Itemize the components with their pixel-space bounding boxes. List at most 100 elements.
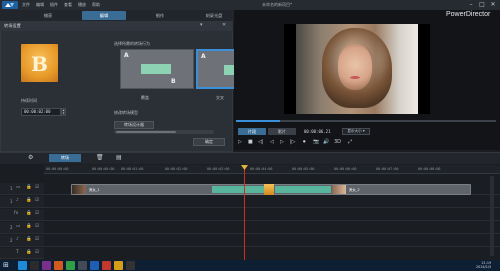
taskbar-app-icon[interactable]: [114, 261, 123, 270]
clip-a-label: 美女_1: [89, 188, 100, 192]
ruler-tick: 00:00:08:00: [418, 167, 441, 171]
menu-view[interactable]: 查看: [64, 2, 72, 8]
menu-play[interactable]: 播放: [78, 2, 86, 8]
document-title: 未命名的新项目*: [262, 2, 292, 7]
visibility-icon[interactable]: ☑: [35, 237, 39, 242]
taskbar-app-icon[interactable]: [90, 261, 99, 270]
taskbar-app-icon[interactable]: [102, 261, 111, 270]
ok-button[interactable]: 确定: [193, 138, 225, 146]
track-lane[interactable]: [44, 196, 500, 208]
ruler-tick: 00:00:05:00: [292, 167, 315, 171]
play-icon[interactable]: ▷: [238, 139, 242, 145]
movie-mode-button[interactable]: 影片: [268, 128, 296, 135]
taskbar-app-icon[interactable]: [126, 261, 135, 270]
menu-edit[interactable]: 编辑: [36, 2, 44, 8]
title-bar: [0, 0, 500, 10]
taskbar-app-icon[interactable]: [42, 261, 51, 270]
next-frame-icon[interactable]: |▷: [290, 139, 296, 145]
panel-minimize-icon[interactable]: ▾: [200, 22, 203, 28]
lock-icon[interactable]: 🔒: [26, 237, 32, 242]
tab-edit[interactable]: 编辑: [82, 11, 126, 20]
playhead-line[interactable]: [244, 167, 245, 260]
visibility-icon[interactable]: ☑: [35, 224, 39, 229]
clip-mode-button[interactable]: 片段: [238, 128, 266, 135]
minimize-button[interactable]: –: [466, 1, 476, 9]
duration-field[interactable]: 00:00:02:00: [21, 108, 61, 116]
menu-plugins[interactable]: 插件: [50, 2, 58, 8]
taskbar-app-icon[interactable]: [18, 261, 27, 270]
display-size-select[interactable]: 显示大小 ▾: [342, 128, 370, 135]
visibility-icon[interactable]: ☑: [35, 211, 39, 216]
tab-produce[interactable]: 制作: [138, 11, 182, 20]
panel-scroll-thumb[interactable]: [116, 131, 176, 133]
maximize-button[interactable]: □: [477, 1, 487, 9]
option-overlap-letter-b: B: [171, 78, 176, 85]
record-icon[interactable]: ⏺: [303, 139, 306, 145]
video-track-icon: ▭: [16, 185, 21, 190]
tab-burn-disc[interactable]: 刻录光盘: [192, 11, 236, 20]
previous-frame-icon[interactable]: ◁|: [258, 139, 264, 145]
visibility-icon[interactable]: ☑: [35, 185, 39, 190]
video-subject-lips: [350, 76, 360, 79]
transition-region[interactable]: [275, 186, 331, 193]
transition-marker[interactable]: [264, 184, 274, 195]
track-lane[interactable]: [44, 209, 500, 221]
panel-title: 转场设置: [4, 23, 21, 28]
settings-icon[interactable]: ⚙: [28, 154, 33, 161]
clip-a-thumbnail: [72, 185, 86, 194]
storyboard-icon[interactable]: ▤: [116, 154, 122, 161]
snapshot-icon[interactable]: 📷: [313, 139, 319, 145]
transition-button[interactable]: 转场: [49, 154, 81, 162]
preview-timecode: 00:00:06.21: [304, 129, 331, 134]
tab-capture[interactable]: 捕获: [26, 11, 70, 20]
audio-track-icon: ♪: [16, 198, 19, 203]
fullscreen-icon[interactable]: ⤢: [348, 139, 352, 145]
lock-icon[interactable]: 🔒: [26, 185, 32, 190]
audio-track-icon: ♪: [16, 237, 19, 242]
ruler-tick: 00:00:00:00: [92, 167, 115, 171]
visibility-icon[interactable]: ☑: [35, 198, 39, 203]
ruler-tick: 00:00:04:00: [250, 167, 273, 171]
track-number: 1: [10, 199, 13, 204]
track-lane[interactable]: [44, 235, 500, 247]
lock-icon[interactable]: 🔒: [26, 250, 32, 255]
timeline-scrollbar[interactable]: [490, 176, 494, 256]
track-number: 2: [10, 238, 13, 243]
taskbar-app-icon[interactable]: [66, 261, 75, 270]
app-logo-icon: [2, 1, 18, 9]
visibility-icon[interactable]: ☑: [35, 250, 39, 255]
panel-header: [0, 21, 233, 31]
clip-b-label: 美女_2: [349, 188, 360, 192]
transition-designer-button[interactable]: 转场设计器: [114, 121, 154, 129]
option-overlap[interactable]: A B: [120, 49, 194, 89]
close-button[interactable]: ✕: [488, 1, 498, 9]
brand-label: PowerDirector: [446, 11, 491, 18]
lock-icon[interactable]: 🔒: [26, 224, 32, 229]
volume-icon[interactable]: 🔊: [323, 139, 329, 145]
transition-region[interactable]: [212, 186, 272, 193]
taskbar-app-icon[interactable]: [30, 261, 39, 270]
taskbar-app-icon[interactable]: [54, 261, 63, 270]
stop-icon[interactable]: ■: [248, 139, 253, 145]
os-taskbar: [0, 260, 500, 271]
menu-help[interactable]: 帮助: [92, 2, 100, 8]
step-forward-icon[interactable]: ▷: [280, 139, 284, 145]
video-track-icon: ▭: [16, 224, 21, 229]
duration-stepper[interactable]: ▴ ▾: [61, 108, 66, 116]
behavior-label: 选择所需的转场行为: [114, 41, 150, 46]
panel-close-icon[interactable]: ✕: [222, 22, 226, 28]
ruler-tick: 00:00:01:00: [121, 167, 144, 171]
ruler-tick: 00:00:00:00: [46, 167, 69, 171]
taskbar-app-icon[interactable]: [78, 261, 87, 270]
3d-toggle[interactable]: 3D: [334, 139, 341, 145]
system-clock: 21:19 2024/1/5: [476, 261, 491, 269]
start-icon[interactable]: ⊞: [3, 261, 9, 269]
lock-icon[interactable]: 🔒: [26, 211, 32, 216]
track-lane[interactable]: [44, 222, 500, 234]
step-back-icon[interactable]: ◁: [270, 139, 274, 145]
lock-icon[interactable]: 🔒: [26, 198, 32, 203]
menu-file[interactable]: 文件: [22, 2, 30, 8]
delete-icon[interactable]: 🗑: [96, 154, 104, 161]
ruler-tick: 00:00:06:00: [334, 167, 357, 171]
mode-label: 修改转场模型: [114, 110, 138, 115]
